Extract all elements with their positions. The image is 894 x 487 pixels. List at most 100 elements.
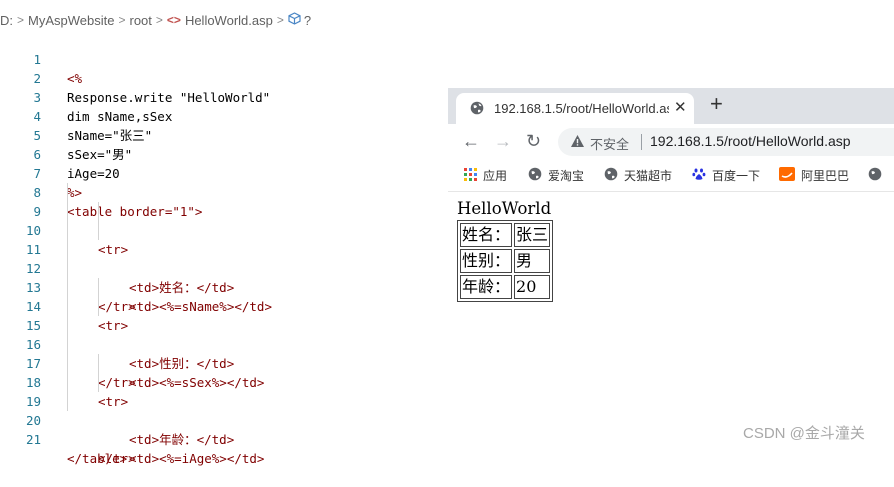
bookmark-label: 应用 xyxy=(483,169,508,183)
address-bar[interactable]: 不安全 192.168.1.5/root/HelloWorld.asp xyxy=(558,128,894,156)
table-row: 性别： 男 xyxy=(460,249,551,273)
indent-guide xyxy=(98,297,99,316)
bookmark-label: 阿里巴巴 xyxy=(801,169,850,183)
breadcrumb-file[interactable]: HelloWorld.asp xyxy=(185,13,273,28)
indent-guide xyxy=(67,354,68,373)
code-line: 16 </tr> xyxy=(0,316,136,390)
browser-tab[interactable]: 192.168.1.5/root/HelloWorld.asp ✕ xyxy=(456,93,694,124)
bookmark-alibaba[interactable]: 阿里巴巴 xyxy=(779,167,849,184)
plus-icon[interactable]: + xyxy=(710,92,723,116)
info-table: 姓名： 张三 性别： 男 年龄： 20 xyxy=(457,220,554,302)
bookmarks-bar: 应用 爱淘宝 天猫超市 百度一下 阿里巴巴 xyxy=(448,160,894,192)
indent-guide xyxy=(67,202,68,221)
code-text: </tr> xyxy=(98,375,136,390)
code-text: <tr> xyxy=(98,242,129,257)
page-heading: HelloWorld xyxy=(457,199,552,218)
bookmark-aitaobao[interactable]: 爱淘宝 xyxy=(528,167,584,184)
code-line: 1 <% xyxy=(0,31,82,86)
table-cell-label: 姓名： xyxy=(460,223,513,247)
tab-title: 192.168.1.5/root/HelloWorld.asp xyxy=(494,101,669,116)
close-icon[interactable]: ✕ xyxy=(674,98,687,116)
page-content: HelloWorld 姓名： 张三 性别： 男 年龄： 20 xyxy=(457,199,554,302)
apps-grid-icon xyxy=(464,167,477,184)
code-line: 14 <td>性别：</td> xyxy=(0,278,234,371)
indent-guide xyxy=(67,278,68,297)
indent-guide xyxy=(67,392,68,411)
code-text: <td>性别：</td> xyxy=(129,356,235,371)
code-line: 9 <tr> xyxy=(0,183,128,257)
bookmark-label: 爱淘宝 xyxy=(548,169,585,183)
code-line: 6 iAge=20 xyxy=(0,126,119,181)
bookmark-apps[interactable]: 应用 xyxy=(464,167,507,184)
indent-guide xyxy=(67,183,68,202)
globe-icon xyxy=(868,167,882,184)
code-line: 19 <td><%=iAge%></td> xyxy=(0,373,264,466)
globe-icon xyxy=(604,167,618,184)
code-line: 18 <td>年龄：</td> xyxy=(0,354,234,447)
indent-guide xyxy=(67,297,68,316)
line-number: 21 xyxy=(25,432,41,447)
bookmark-overflow[interactable] xyxy=(868,167,888,184)
bookmark-tmall[interactable]: 天猫超市 xyxy=(604,167,672,184)
code-line: 5 sSex="男" xyxy=(0,107,132,162)
indent-guide xyxy=(98,221,99,240)
forward-arrow-icon[interactable]: → xyxy=(494,132,512,150)
bookmark-label: 百度一下 xyxy=(712,169,761,183)
globe-icon xyxy=(470,101,484,120)
chevron-right-icon: > xyxy=(118,13,126,27)
code-text: <table border="1"> xyxy=(67,204,203,219)
indent-guide xyxy=(67,240,68,259)
code-line: 13 <tr> xyxy=(0,259,128,333)
indent-guide xyxy=(67,373,68,392)
reload-icon[interactable]: ↻ xyxy=(526,132,541,150)
table-cell-label: 性别： xyxy=(460,249,513,273)
indent-guide xyxy=(98,373,99,392)
breadcrumb-folder-myaspwebsite[interactable]: MyAspWebsite xyxy=(28,13,114,28)
indent-guide xyxy=(98,202,99,221)
code-line: 4 sName="张三" xyxy=(0,88,152,143)
watermark: CSDN @金斗潼关 xyxy=(743,425,865,442)
breadcrumb-drive[interactable]: D: xyxy=(0,13,13,28)
code-text: <td><%=iAge%></td> xyxy=(129,451,265,466)
code-editor[interactable]: 1 <% 2 Response.write "HelloWorld" 3 dim… xyxy=(0,31,272,466)
code-text: <tr> xyxy=(98,394,129,409)
code-text: <td>年龄：</td> xyxy=(129,432,235,447)
code-text: <td>姓名：</td> xyxy=(129,280,235,295)
warning-icon[interactable] xyxy=(570,134,585,153)
breadcrumb: D: > MyAspWebsite > root > <> HelloWorld… xyxy=(0,0,311,40)
bookmark-baidu[interactable]: 百度一下 xyxy=(692,167,760,184)
browser-window: 192.168.1.5/root/HelloWorld.asp ✕ + ← → … xyxy=(448,88,894,450)
url-text[interactable]: 192.168.1.5/root/HelloWorld.asp xyxy=(650,133,851,149)
chevron-right-icon: > xyxy=(155,13,163,27)
table-cell-value: 男 xyxy=(514,249,551,273)
indent-guide xyxy=(67,316,68,335)
security-status[interactable]: 不安全 xyxy=(590,134,629,153)
table-row: 姓名： 张三 xyxy=(460,223,551,247)
code-line: 10 <td>姓名：</td> xyxy=(0,202,234,295)
code-line: 11 <td><%=sName%></td> xyxy=(0,221,272,314)
indent-guide xyxy=(98,354,99,373)
html-code-icon: <> xyxy=(166,13,181,27)
code-text: dim sName,sSex xyxy=(67,109,173,124)
baidu-paw-icon xyxy=(692,167,706,184)
code-text: </tr> xyxy=(98,299,136,314)
code-line: 7 %> xyxy=(0,145,82,200)
code-text: <% xyxy=(67,71,83,86)
breadcrumb-folder-root[interactable]: root xyxy=(130,13,152,28)
globe-icon xyxy=(528,167,542,184)
symbol-cube-icon xyxy=(288,12,301,28)
code-text: <td><%=sName%></td> xyxy=(129,299,272,314)
code-text: </table> xyxy=(67,451,128,466)
table-cell-label: 年龄： xyxy=(460,275,513,299)
code-line: 15 <td><%=sSex%></td> xyxy=(0,297,264,390)
code-text: iAge=20 xyxy=(67,166,120,181)
breadcrumb-symbol[interactable]: ? xyxy=(304,13,311,28)
indent-guide xyxy=(67,259,68,278)
table-cell-value: 20 xyxy=(514,275,551,299)
code-text: <td><%=sSex%></td> xyxy=(129,375,265,390)
code-line: 21 </table> xyxy=(0,411,127,466)
alibaba-icon xyxy=(779,167,795,184)
code-text: sName="张三" xyxy=(67,128,153,143)
back-arrow-icon[interactable]: ← xyxy=(462,132,480,150)
indent-guide xyxy=(67,221,68,240)
